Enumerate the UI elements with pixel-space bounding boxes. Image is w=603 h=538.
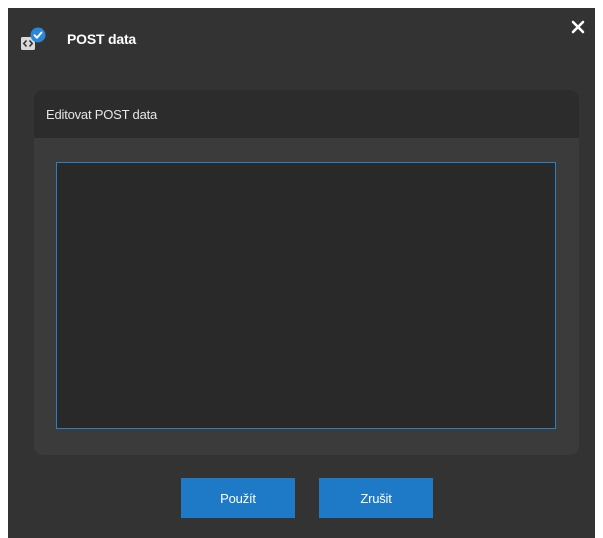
post-data-dialog: POST data Editovat POST data Použít Zruš… xyxy=(8,8,595,538)
cancel-button[interactable]: Zrušit xyxy=(319,478,433,518)
apply-button[interactable]: Použít xyxy=(181,478,295,518)
panel-header: Editovat POST data xyxy=(34,90,579,138)
dialog-title: POST data xyxy=(67,31,136,47)
close-icon[interactable] xyxy=(569,18,587,36)
post-data-textarea[interactable] xyxy=(56,162,556,429)
code-check-icon xyxy=(20,27,46,53)
edit-panel: Editovat POST data xyxy=(34,90,579,455)
panel-title: Editovat POST data xyxy=(46,107,158,122)
title-bar: POST data xyxy=(8,8,595,66)
